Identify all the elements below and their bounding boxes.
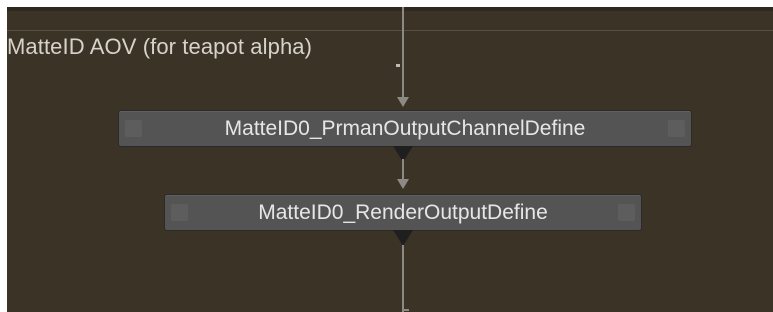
backdrop-header-strip: [7, 7, 773, 11]
node-label: MatteID0_PrmanOutputChannelDefine: [224, 116, 586, 140]
connection-arrow-icon: [397, 179, 409, 189]
node-label: MatteID0_RenderOutputDefine: [258, 200, 548, 224]
input-port-tag: [396, 64, 400, 67]
outgoing-wire-end: [404, 309, 409, 311]
backdrop-title[interactable]: MatteID AOV (for teapot alpha): [7, 34, 312, 60]
node-graph-canvas[interactable]: MatteID AOV (for teapot alpha) MatteID0_…: [0, 0, 773, 312]
node-render-output-define[interactable]: MatteID0_RenderOutputDefine: [164, 194, 642, 231]
incoming-arrow-icon: [397, 97, 409, 107]
node-view-toggle[interactable]: [618, 204, 635, 221]
backdrop-divider: [7, 30, 773, 31]
node-bypass-toggle[interactable]: [125, 120, 142, 137]
incoming-wire[interactable]: [402, 7, 404, 99]
outgoing-wire[interactable]: [402, 245, 404, 312]
node-bypass-toggle[interactable]: [171, 204, 188, 221]
backdrop-node[interactable]: MatteID AOV (for teapot alpha) MatteID0_…: [7, 7, 773, 312]
node-prman-output-channel-define[interactable]: MatteID0_PrmanOutputChannelDefine: [118, 110, 692, 147]
connection-wire[interactable]: [402, 159, 404, 181]
output-port-icon[interactable]: [393, 230, 413, 246]
node-view-toggle[interactable]: [668, 120, 685, 137]
